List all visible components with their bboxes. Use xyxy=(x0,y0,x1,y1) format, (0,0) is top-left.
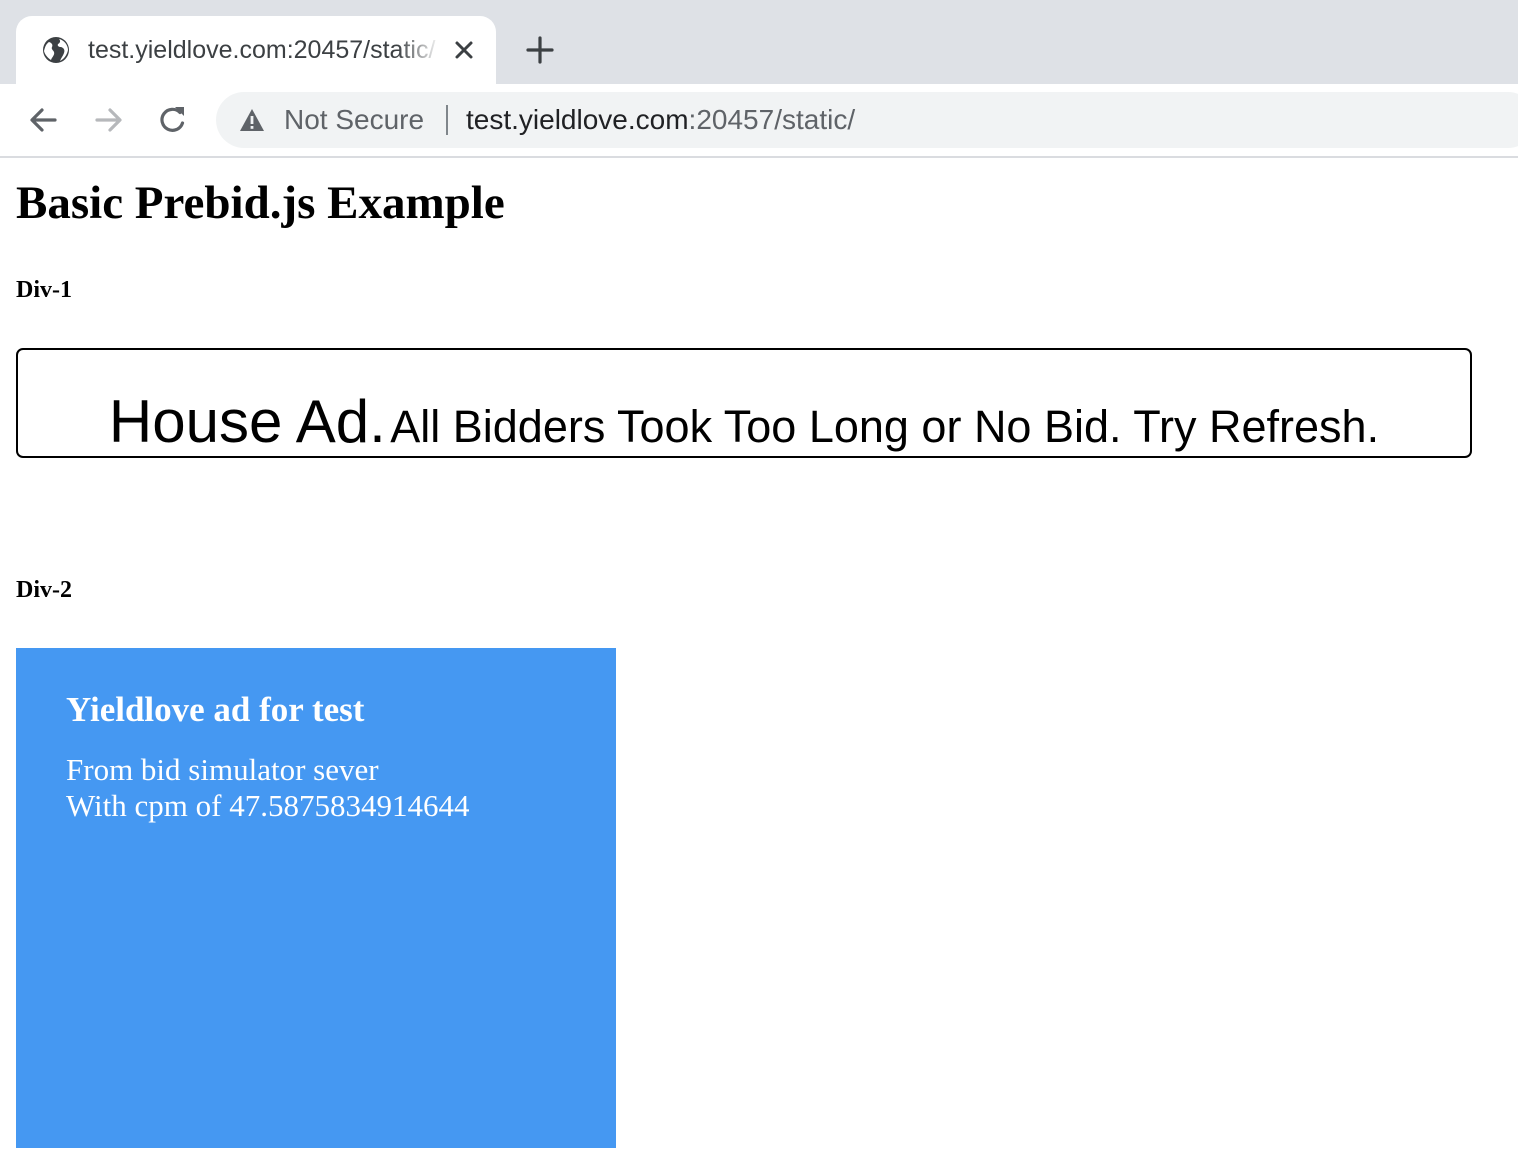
house-ad-text: House Ad. All Bidders Took Too Long or N… xyxy=(18,388,1470,472)
warning-icon[interactable] xyxy=(238,106,266,134)
bid-ad-title: Yieldlove ad for test xyxy=(66,690,365,729)
house-ad: House Ad. All Bidders Took Too Long or N… xyxy=(16,348,1472,458)
url-text[interactable]: test.yieldlove.com:20457/static/ xyxy=(466,103,855,137)
bid-ad[interactable]: Yieldlove ad for test From bid simulator… xyxy=(16,648,616,1148)
browser-toolbar: Not Secure test.yieldlove.com:20457/stat… xyxy=(0,84,1518,158)
tab-title: test.yieldlove.com:20457/static/ xyxy=(88,36,436,64)
browser-tab-active[interactable]: test.yieldlove.com:20457/static/ xyxy=(16,16,496,84)
globe-icon xyxy=(43,37,69,63)
address-bar-divider xyxy=(446,105,448,135)
browser-tab-strip: test.yieldlove.com:20457/static/ xyxy=(0,0,1518,84)
security-status-label[interactable]: Not Secure xyxy=(284,103,424,137)
reload-icon[interactable] xyxy=(155,102,191,138)
arrow-left-icon[interactable] xyxy=(26,102,62,138)
bid-ad-source: From bid simulator sever xyxy=(66,752,379,787)
close-icon[interactable] xyxy=(450,36,478,64)
url-host: test.yieldlove.com xyxy=(466,104,689,135)
page-title: Basic Prebid.js Example xyxy=(16,177,505,229)
house-ad-title: House Ad. xyxy=(108,388,386,455)
address-bar[interactable]: Not Secure test.yieldlove.com:20457/stat… xyxy=(216,92,1518,148)
div1-heading: Div-1 xyxy=(16,277,72,303)
house-ad-message: All Bidders Took Too Long or No Bid. Try… xyxy=(390,401,1380,452)
bid-ad-cpm: With cpm of 47.5875834914644 xyxy=(66,788,470,823)
div2-heading: Div-2 xyxy=(16,577,72,603)
url-path: :20457/static/ xyxy=(688,104,856,135)
arrow-right-icon[interactable] xyxy=(90,102,126,138)
plus-icon[interactable] xyxy=(522,32,558,68)
